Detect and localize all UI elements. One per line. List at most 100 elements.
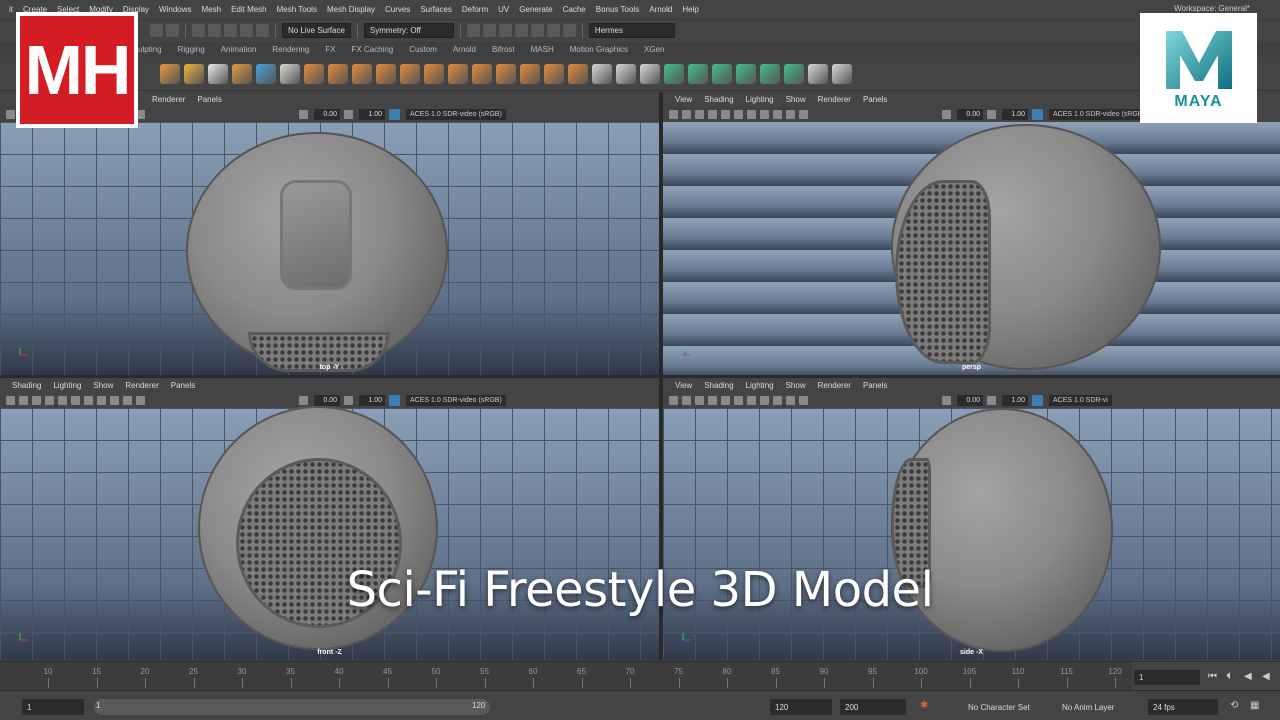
- fps-dropdown[interactable]: 24 fps: [1148, 699, 1218, 715]
- settings-icon[interactable]: ▦: [1250, 701, 1260, 711]
- menu-bonus-tools[interactable]: Bonus Tools: [591, 5, 644, 14]
- snap-view-icon[interactable]: [240, 24, 253, 37]
- menu-show[interactable]: Show: [87, 381, 119, 390]
- shelf-tab-fx[interactable]: FX: [317, 45, 343, 54]
- light-icon[interactable]: [84, 395, 93, 405]
- extrude-icon[interactable]: [352, 63, 372, 84]
- current-frame-field[interactable]: 1: [1134, 670, 1200, 685]
- bridge-icon[interactable]: [376, 63, 396, 84]
- exposure-field[interactable]: 0.00: [314, 394, 340, 406]
- xray-icon[interactable]: [786, 109, 795, 119]
- menu-renderer[interactable]: Renderer: [146, 95, 191, 104]
- menu-uv[interactable]: UV: [493, 5, 514, 14]
- bevel-icon[interactable]: [496, 63, 516, 84]
- shelf-tab-animation[interactable]: Animation: [213, 45, 265, 54]
- exposure-field[interactable]: 0.00: [314, 108, 340, 120]
- live-surface-field[interactable]: No Live Surface: [282, 23, 351, 38]
- smooth-shade-icon[interactable]: [721, 395, 730, 405]
- start-frame-field[interactable]: 1: [22, 699, 84, 715]
- end-frame-field[interactable]: 120: [770, 699, 832, 715]
- menu-deform[interactable]: Deform: [457, 5, 493, 14]
- edge-icon[interactable]: [640, 63, 660, 84]
- shelf-tab-mash[interactable]: MASH: [523, 45, 562, 54]
- menu-panels[interactable]: Panels: [165, 381, 201, 390]
- color-space-dropdown[interactable]: ACES 1.0 SDR-video (sRGB): [1049, 108, 1149, 120]
- workspace-selector[interactable]: Workspace: General*: [1174, 4, 1250, 13]
- texture-icon[interactable]: [734, 395, 743, 405]
- svg-icon[interactable]: [232, 63, 252, 84]
- shape-icon[interactable]: [664, 63, 684, 84]
- isolate-icon[interactable]: [773, 109, 782, 119]
- bookmark-icon[interactable]: [19, 395, 28, 405]
- menu-lighting[interactable]: Lighting: [740, 381, 780, 390]
- exposure-icon[interactable]: [942, 395, 951, 405]
- anim-layer-dropdown[interactable]: No Anim Layer: [1056, 699, 1140, 715]
- pencil-icon[interactable]: [592, 63, 612, 84]
- fill-icon[interactable]: [520, 63, 540, 84]
- text-icon[interactable]: [208, 63, 228, 84]
- xray-icon[interactable]: [123, 395, 132, 405]
- grid-icon[interactable]: [695, 395, 704, 405]
- menu-shading[interactable]: Shading: [6, 381, 47, 390]
- camera-icon[interactable]: [6, 395, 15, 405]
- render-settings-icon[interactable]: [514, 24, 528, 37]
- menu-edit-mesh[interactable]: Edit Mesh: [226, 5, 272, 14]
- grid-icon[interactable]: [695, 109, 704, 119]
- texture-icon[interactable]: [71, 395, 80, 405]
- crease-icon[interactable]: [616, 63, 636, 84]
- mirror-icon[interactable]: [472, 63, 492, 84]
- snap-point-icon[interactable]: [224, 24, 237, 37]
- grid-icon[interactable]: [32, 395, 41, 405]
- menu-panels[interactable]: Panels: [191, 95, 227, 104]
- shelf-tab-custom[interactable]: Custom: [401, 45, 445, 54]
- shelf-tab-arnold[interactable]: Arnold: [445, 45, 484, 54]
- lasso-tool-icon[interactable]: [166, 24, 179, 37]
- arnold-render-icon[interactable]: [546, 24, 560, 37]
- render-frame-icon[interactable]: [466, 24, 480, 37]
- xray-icon[interactable]: [786, 395, 795, 405]
- gamma-icon[interactable]: [987, 109, 996, 119]
- menu-windows[interactable]: Windows: [154, 5, 196, 14]
- menu-cache[interactable]: Cache: [558, 5, 591, 14]
- menu-lighting[interactable]: Lighting: [47, 381, 87, 390]
- shadow-icon[interactable]: [97, 395, 106, 405]
- shape-icon[interactable]: [712, 63, 732, 84]
- camera-icon[interactable]: [669, 395, 678, 405]
- sphere-icon[interactable]: [160, 63, 180, 84]
- sphere-tool-icon[interactable]: [304, 63, 324, 84]
- bookmark-icon[interactable]: [682, 109, 691, 119]
- uv-icon[interactable]: [808, 63, 828, 84]
- shelf-tab-xgen[interactable]: XGen: [636, 45, 672, 54]
- menu-renderer[interactable]: Renderer: [812, 381, 857, 390]
- resolution-gate-icon[interactable]: [799, 395, 808, 405]
- shape-icon[interactable]: [736, 63, 756, 84]
- menu-mesh-display[interactable]: Mesh Display: [322, 5, 380, 14]
- go-to-start-icon[interactable]: ⏮: [1208, 672, 1218, 682]
- camera-icon[interactable]: [6, 109, 15, 119]
- shelf-tab-rendering[interactable]: Rendering: [264, 45, 317, 54]
- render-view-icon[interactable]: [482, 24, 496, 37]
- light-icon[interactable]: [747, 109, 756, 119]
- gamma-field[interactable]: 1.00: [1002, 108, 1028, 120]
- loop-icon[interactable]: ⟲: [1230, 701, 1240, 711]
- play-back-icon[interactable]: ◀: [1262, 672, 1272, 682]
- viewport-top[interactable]: Renderer Panels 0.00 1.00 ACES 1.0 SDR-v…: [0, 92, 659, 375]
- gamma-icon[interactable]: [344, 109, 353, 119]
- shadow-icon[interactable]: [760, 109, 769, 119]
- smooth-shade-icon[interactable]: [721, 109, 730, 119]
- cage-icon[interactable]: [280, 63, 300, 84]
- exposure-icon[interactable]: [299, 109, 308, 119]
- timeline-ticks[interactable]: 10 15 20 25 30 35 40 45 50 55 60 65 70 75 80 85 90 95 100 1…: [0, 662, 1132, 690]
- time-slider[interactable]: 10 15 20 25 30 35 40 45 50 55 60 65 70 75 80 85 90 95 100 1…: [0, 661, 1280, 690]
- star-icon[interactable]: [184, 63, 204, 84]
- viewport-scene[interactable]: side -X: [663, 408, 1280, 660]
- gamma-field[interactable]: 1.00: [359, 108, 385, 120]
- plane-icon[interactable]: [328, 63, 348, 84]
- wireframe-icon[interactable]: [708, 109, 717, 119]
- target-icon[interactable]: [568, 63, 588, 84]
- separate-icon[interactable]: [424, 63, 444, 84]
- menu-view[interactable]: View: [669, 95, 698, 104]
- menu-renderer[interactable]: Renderer: [812, 95, 857, 104]
- color-space-dropdown[interactable]: ACES 1.0 SDR-video (sRGB): [406, 108, 506, 120]
- color-management-icon[interactable]: [1032, 394, 1043, 406]
